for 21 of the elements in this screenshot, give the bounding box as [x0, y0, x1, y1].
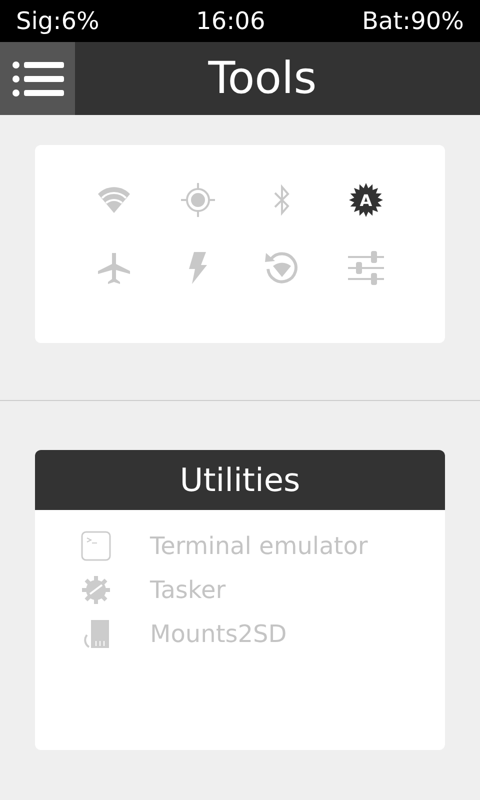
flash-icon: [188, 251, 208, 285]
clock-text: 16:06: [196, 7, 266, 35]
sd-card-icon: [81, 619, 111, 649]
location-icon: [180, 182, 216, 218]
signal-text: Sig:6%: [16, 7, 100, 35]
utilities-title: Utilities: [35, 450, 445, 510]
airplane-icon: [97, 251, 131, 285]
page-title: Tools: [207, 53, 318, 104]
sliders-icon: [348, 250, 384, 286]
bluetooth-icon: [272, 183, 292, 217]
battery-text: Bat:90%: [362, 7, 464, 35]
gear-icon: [81, 575, 111, 605]
menu-button[interactable]: [0, 42, 75, 115]
app-link[interactable]: Tasker: [150, 576, 226, 604]
app-link[interactable]: Mounts2SD: [150, 620, 287, 648]
terminal-icon: [81, 531, 111, 561]
wifi-icon: [96, 185, 132, 215]
menu-icon: [12, 60, 64, 96]
auto-brightness-icon: A: [348, 182, 384, 218]
auto-brightness-toggle[interactable]: A: [324, 181, 408, 219]
app-link[interactable]: Terminal emulator: [150, 532, 368, 560]
